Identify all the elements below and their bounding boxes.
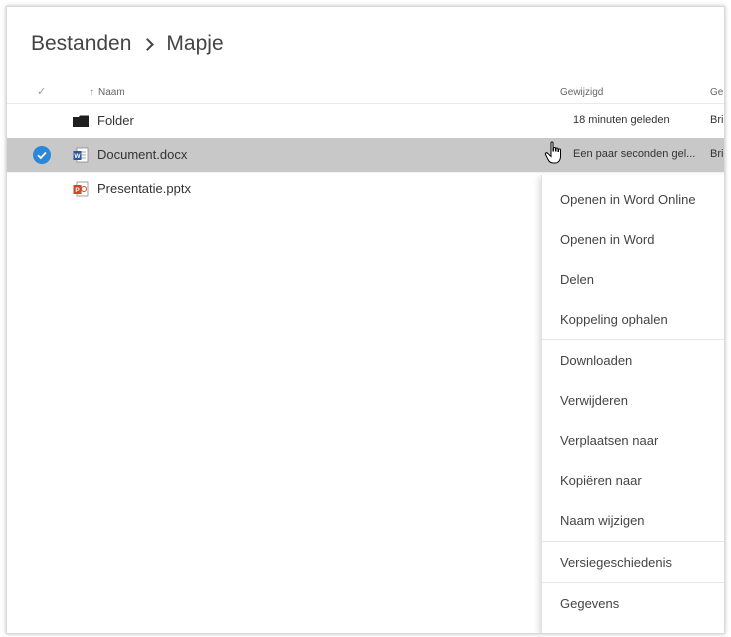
file-row-folder[interactable]: Folder 18 minuten geleden Bri xyxy=(7,104,724,139)
hand-pointer-cursor-icon xyxy=(544,141,561,164)
row-checkmark-selected[interactable] xyxy=(33,146,51,164)
menu-item-download[interactable]: Downloaden xyxy=(542,340,724,380)
menu-item-rename[interactable]: Naam wijzigen xyxy=(542,500,724,540)
sort-ascending-icon: ↑ xyxy=(89,87,94,98)
menu-item-copy-to[interactable]: Kopiëren naar xyxy=(542,460,724,500)
menu-item-get-link[interactable]: Koppeling ophalen xyxy=(542,299,724,339)
file-modified-by: Bri xyxy=(710,148,724,160)
file-name[interactable]: Document.docx xyxy=(97,147,187,162)
menu-item-share[interactable]: Delen xyxy=(542,259,724,299)
column-header-modified-by[interactable]: Ge xyxy=(710,87,723,98)
select-all-checkmark[interactable]: ✓ xyxy=(37,85,46,98)
menu-item-version-history[interactable]: Versiegeschiedenis xyxy=(542,542,724,582)
checkmark-icon xyxy=(37,151,47,160)
column-header-modified[interactable]: Gewijzigd xyxy=(560,87,603,98)
svg-text:P: P xyxy=(75,187,80,194)
file-name[interactable]: Folder xyxy=(97,113,134,128)
svg-text:W: W xyxy=(74,153,81,160)
file-modified: 18 minuten geleden xyxy=(573,114,670,126)
breadcrumb: Bestanden Mapje xyxy=(31,29,224,59)
context-menu: Openen in Word Online Openen in Word Del… xyxy=(541,175,724,633)
chevron-right-icon xyxy=(141,37,155,51)
menu-item-open-word-online[interactable]: Openen in Word Online xyxy=(542,179,724,219)
file-row-document[interactable]: W Document.docx Een paar seconden gel...… xyxy=(7,138,724,173)
file-browser-window: Bestanden Mapje ✓ ↑ Naam Gewijzigd Ge Fol… xyxy=(6,6,725,634)
word-file-icon: W xyxy=(73,147,89,163)
column-header-row: ✓ ↑ Naam Gewijzigd Ge xyxy=(7,81,724,104)
menu-item-move-to[interactable]: Verplaatsen naar xyxy=(542,420,724,460)
breadcrumb-root[interactable]: Bestanden xyxy=(31,32,131,56)
column-header-name-label: Naam xyxy=(98,87,125,98)
file-modified-by: Bri xyxy=(710,114,724,126)
breadcrumb-current: Mapje xyxy=(166,32,224,55)
folder-icon xyxy=(73,115,89,127)
column-header-name[interactable]: ↑ Naam xyxy=(89,87,125,98)
file-name[interactable]: Presentatie.pptx xyxy=(97,181,191,196)
menu-item-details[interactable]: Gegevens xyxy=(542,583,724,623)
file-modified: Een paar seconden gel... xyxy=(573,148,696,160)
menu-item-delete[interactable]: Verwijderen xyxy=(542,380,724,420)
menu-item-open-word[interactable]: Openen in Word xyxy=(542,219,724,259)
powerpoint-file-icon: P xyxy=(73,181,89,197)
